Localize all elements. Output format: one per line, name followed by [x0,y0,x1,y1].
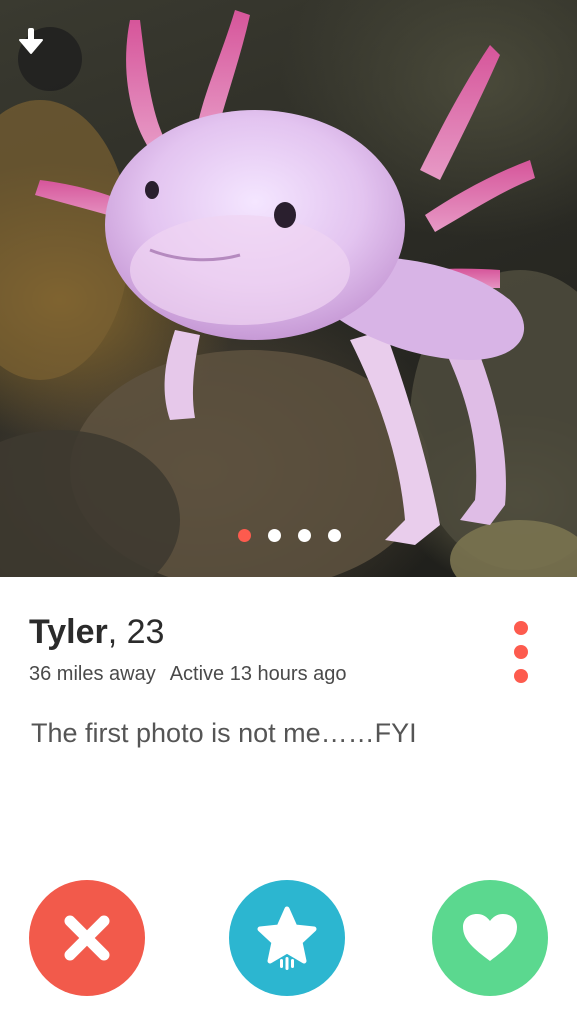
x-icon [64,915,110,961]
page-dot[interactable] [328,529,341,542]
star-icon [257,906,317,970]
vertical-dots-icon [514,621,528,635]
activity-text: Active 13 hours ago [169,663,347,685]
nope-button[interactable] [29,880,145,996]
profile-meta: 36 miles away Active 13 hours ago [29,663,347,686]
profile-info: Tyler, 23 36 miles away Active 13 hours a… [0,577,577,877]
name-age: Tyler, 23 [29,613,164,652]
like-button[interactable] [432,880,548,996]
photo-pagination [0,529,577,542]
more-options-button[interactable] [505,621,537,683]
download-button[interactable] [18,27,82,91]
profile-bio: The first photo is not me……FYI [31,718,417,748]
super-like-button[interactable] [229,880,345,996]
distance-text: 36 miles away [29,663,156,685]
profile-name: Tyler [29,613,108,651]
page-dot-active[interactable] [238,529,251,542]
profile-age: , 23 [107,613,165,651]
arrow-down-icon [19,28,43,54]
axolotl-photo [0,10,577,577]
heart-icon [463,914,517,961]
page-dot[interactable] [298,529,311,542]
page-dot[interactable] [268,529,281,542]
profile-photo[interactable] [0,0,577,577]
